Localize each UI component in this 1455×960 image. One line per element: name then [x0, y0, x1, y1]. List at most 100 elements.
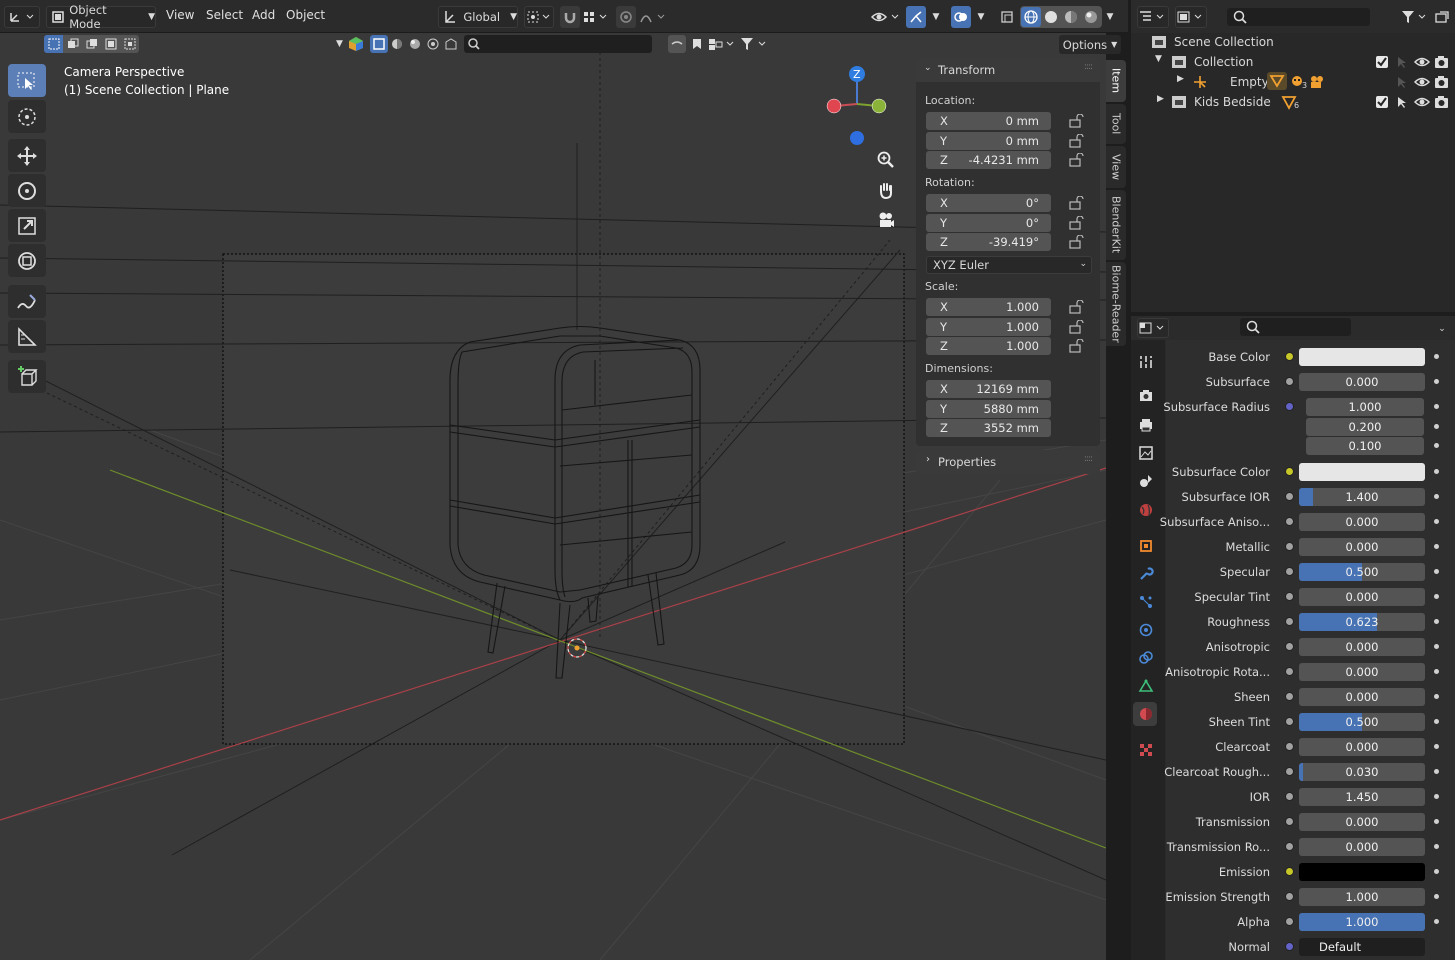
keyframe-dot-icon[interactable] — [1434, 423, 1439, 429]
keyframe-dot-icon[interactable] — [1434, 719, 1439, 724]
mode-dropdown[interactable]: Object Mode ▼ — [46, 3, 156, 31]
mesh-filter-button[interactable] — [388, 35, 406, 53]
zoom-button[interactable] — [873, 147, 899, 173]
checkbox-checked-icon[interactable] — [1375, 95, 1389, 109]
socket-icon[interactable] — [1285, 917, 1294, 926]
navigation-gizmo[interactable]: Z — [820, 62, 895, 152]
display-mode-dropdown[interactable] — [1175, 6, 1207, 28]
keyframe-dot-icon[interactable] — [1434, 794, 1439, 799]
display-mode-dropdown[interactable] — [708, 35, 738, 53]
unlock-icon[interactable] — [1068, 339, 1084, 353]
annotate-tool[interactable] — [8, 285, 46, 318]
emission-strength-slider[interactable]: 1.000 — [1299, 888, 1425, 906]
socket-icon[interactable] — [1285, 792, 1294, 801]
editor-type-dropdown[interactable] — [4, 6, 40, 28]
subsurface-radius-component-2[interactable]: 0.100 — [1306, 437, 1424, 455]
eye-icon[interactable] — [1414, 95, 1430, 109]
keyframe-dot-icon[interactable] — [1434, 519, 1439, 524]
keyframe-dot-icon[interactable] — [1434, 744, 1439, 749]
snap-target-dropdown[interactable] — [582, 6, 610, 28]
rotation-x-field[interactable]: X 0° — [926, 194, 1051, 212]
outliner-row-scene-collection[interactable]: Scene Collection — [1131, 32, 1455, 52]
transform-header[interactable]: ⌄ Transform :::: — [916, 58, 1100, 82]
keyframe-dot-icon[interactable] — [1434, 644, 1439, 649]
pan-button[interactable] — [873, 177, 899, 203]
select-box-tool[interactable] — [8, 64, 46, 97]
unlock-icon[interactable] — [1068, 153, 1084, 167]
eye-icon[interactable] — [1414, 55, 1430, 69]
alpha-slider[interactable]: 1.000 — [1299, 913, 1425, 931]
sheen-slider[interactable]: 0.000 — [1299, 688, 1425, 706]
subsurface-ior-slider[interactable]: 1.400 — [1299, 488, 1425, 506]
checkbox-checked-icon[interactable] — [1375, 55, 1389, 69]
tab-biome-reader[interactable]: Biome-Reader — [1106, 262, 1126, 346]
specular-tint-slider[interactable]: 0.000 — [1299, 588, 1425, 606]
move-tool[interactable] — [8, 139, 46, 172]
unlock-icon[interactable] — [1068, 215, 1084, 230]
anisotropic-rota-slider[interactable]: 0.000 — [1299, 663, 1425, 681]
subsurface-slider[interactable]: 0.000 — [1299, 373, 1425, 391]
subsurface-aniso-slider[interactable]: 0.000 — [1299, 513, 1425, 531]
overlay-toggle[interactable] — [951, 6, 971, 28]
socket-icon[interactable] — [1285, 842, 1294, 851]
transmission-slider[interactable]: 0.000 — [1299, 813, 1425, 831]
keyframe-dot-icon[interactable] — [1434, 844, 1439, 849]
shading-dropdown[interactable]: ▼ — [1102, 6, 1118, 28]
camera-view-button[interactable] — [873, 207, 899, 233]
drag-handle-icon[interactable]: :::: — [1084, 454, 1093, 464]
socket-icon[interactable] — [1285, 692, 1294, 701]
expand-down-icon[interactable]: ▼ — [1155, 54, 1162, 64]
pin-toggle[interactable] — [668, 35, 686, 53]
tab-world[interactable] — [1136, 500, 1156, 520]
select-arrow-icon[interactable] — [1395, 95, 1409, 109]
location-z-field[interactable]: Z -4.4231 mm — [926, 151, 1051, 169]
rendered-shading-button[interactable] — [1081, 7, 1101, 27]
subsurface-radius-component-1[interactable]: 0.200 — [1306, 417, 1424, 436]
tab-constraints[interactable] — [1136, 648, 1156, 668]
socket-icon[interactable] — [1285, 542, 1294, 551]
roughness-slider[interactable]: 0.623 — [1299, 613, 1425, 631]
transform-tool[interactable] — [8, 244, 46, 277]
sheen-tint-slider[interactable]: 0.500 — [1299, 713, 1425, 731]
tab-physics[interactable] — [1136, 620, 1156, 640]
camera-render-icon[interactable] — [1434, 55, 1450, 69]
outliner-row-collection[interactable]: ▼ Collection — [1131, 52, 1455, 72]
properties-editor-dropdown[interactable] — [1137, 318, 1169, 338]
keyframe-dot-icon[interactable] — [1434, 594, 1439, 599]
scale-tool[interactable] — [8, 209, 46, 242]
snap-toggle[interactable] — [560, 6, 580, 28]
camera-render-icon[interactable] — [1434, 75, 1450, 89]
clearcoat-rough-slider[interactable]: 0.030 — [1299, 763, 1425, 781]
tab-blenderkit[interactable]: BlenderKit — [1106, 190, 1126, 260]
socket-icon[interactable] — [1285, 377, 1294, 386]
tab-render[interactable] — [1136, 386, 1156, 406]
menu-object[interactable]: Object — [286, 8, 325, 22]
object-filter-button[interactable] — [370, 35, 388, 53]
clearcoat-slider[interactable]: 0.000 — [1299, 738, 1425, 756]
subsurface-color-color-swatch[interactable] — [1299, 463, 1425, 481]
options-dropdown[interactable]: Options ▼ — [1059, 35, 1121, 54]
tab-data[interactable] — [1136, 676, 1156, 696]
tab-view[interactable]: View — [1106, 146, 1126, 188]
eye-icon[interactable] — [1414, 75, 1430, 89]
scale-y-field[interactable]: Y 1.000 — [926, 317, 1051, 336]
select-arrow-icon[interactable] — [1395, 75, 1409, 89]
socket-icon[interactable] — [1285, 617, 1294, 626]
socket-icon[interactable] — [1285, 352, 1294, 361]
unlock-icon[interactable] — [1068, 235, 1084, 249]
keyframe-dot-icon[interactable] — [1434, 894, 1439, 899]
dimensions-z-field[interactable]: Z 3552 mm — [926, 419, 1051, 437]
tab-modifiers[interactable] — [1136, 564, 1156, 584]
keyframe-dot-icon[interactable] — [1434, 544, 1439, 549]
ior-slider[interactable]: 1.450 — [1299, 788, 1425, 806]
visibility-dropdown[interactable] — [870, 6, 902, 28]
keyframe-dot-icon[interactable] — [1434, 443, 1439, 448]
keyframe-dot-icon[interactable] — [1434, 919, 1439, 924]
select-intersect-button[interactable] — [120, 35, 139, 53]
subsurface-radius-component-0[interactable]: 1.000 — [1306, 398, 1424, 416]
unlock-icon[interactable] — [1068, 196, 1084, 210]
falloff-dropdown[interactable] — [638, 6, 668, 28]
rotate-tool[interactable] — [8, 174, 46, 207]
tab-scene[interactable] — [1136, 471, 1156, 491]
keyframe-dot-icon[interactable] — [1434, 694, 1439, 699]
